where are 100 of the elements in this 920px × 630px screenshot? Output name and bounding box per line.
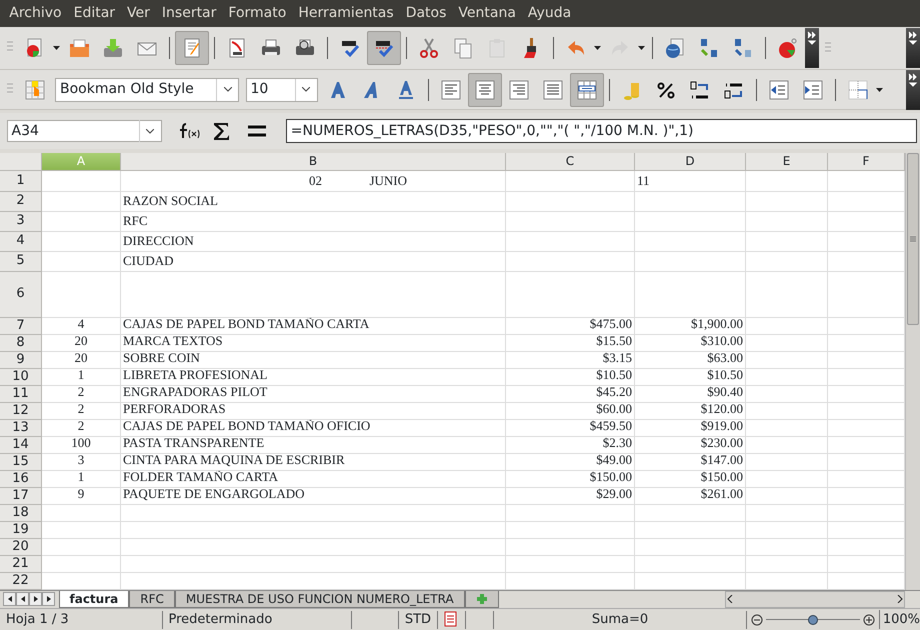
row-header[interactable]: 16 (0, 470, 42, 488)
row-header[interactable]: 9 (0, 352, 42, 368)
align-right-icon (506, 78, 531, 102)
formula-field[interactable]: =NUMEROS_LETRAS(D35,"PESO",0,"","( ","/100 M.N. )",1) (286, 119, 917, 144)
menu-item[interactable]: Archivo (3, 0, 68, 27)
equals-icon (248, 124, 266, 137)
table-cell: $147.00 (635, 454, 746, 470)
table-cell: $150.00 (506, 470, 635, 488)
table-cell: $1,900.00 (635, 318, 746, 334)
align-center-icon (472, 78, 497, 102)
name-box[interactable]: A34 (6, 120, 162, 142)
sheet-tab[interactable]: factura (58, 590, 130, 608)
column-header[interactable]: D (635, 152, 746, 170)
table-cell: 1 (42, 368, 121, 386)
grip-icon[interactable] (6, 82, 12, 95)
menu-item[interactable]: Ayuda (522, 0, 578, 27)
table-cell: $120.00 (635, 402, 746, 420)
table-cell: $10.50 (635, 368, 746, 386)
table-cell: DIRECCION (121, 232, 506, 252)
next-sheet-button[interactable] (29, 592, 42, 606)
chevron-down-icon (146, 128, 154, 134)
menu-item[interactable]: Datos (400, 0, 452, 27)
column-header[interactable]: F (828, 152, 905, 170)
table-cell: 20 (42, 334, 121, 352)
sum-button[interactable] (212, 122, 229, 141)
table-cell: CINTA PARA MAQUINA DE ESCRIBIR (121, 454, 506, 470)
toolbar-overflow-button[interactable] (906, 70, 920, 110)
edit-document-button[interactable] (174, 31, 209, 65)
menu-item[interactable]: Formato (222, 0, 292, 27)
cell-text: 02 (309, 172, 322, 190)
decrease-indent-icon (766, 78, 791, 102)
column-header[interactable]: B (121, 152, 506, 170)
grip-icon[interactable] (6, 41, 12, 54)
table-cell: 3 (42, 454, 121, 470)
row-header[interactable]: 21 (0, 556, 42, 572)
table-cell: $230.00 (635, 436, 746, 454)
row-header[interactable]: 5 (0, 252, 42, 272)
table-cell: 100 (42, 436, 121, 454)
row-header[interactable]: 6 (0, 272, 42, 318)
merge-cells-button[interactable] (570, 72, 604, 106)
row-header[interactable]: 22 (0, 572, 42, 590)
slider-thumb[interactable] (808, 614, 818, 624)
grip-icon[interactable] (825, 42, 832, 54)
zoom-level: 100% (878, 610, 920, 630)
font-size-field[interactable]: 10 (246, 78, 318, 102)
function-wizard-button[interactable] (178, 122, 200, 141)
autospellcheck-button[interactable] (366, 31, 401, 65)
row-header[interactable]: 12 (0, 402, 42, 420)
borders-icon (846, 78, 870, 102)
table-cell: 1 (42, 470, 121, 488)
table-cell: 2 (42, 420, 121, 436)
menu-item[interactable]: Ventana (452, 0, 522, 27)
table-cell: $15.50 (506, 334, 635, 352)
column-header[interactable]: C (506, 152, 635, 170)
sheet-indicator: Hoja 1 / 3 (0, 610, 162, 628)
sheet-tab[interactable]: RFC (129, 590, 175, 608)
row-header[interactable]: 4 (0, 232, 42, 252)
row-header[interactable]: 8 (0, 334, 42, 352)
row-header[interactable]: 11 (0, 386, 42, 402)
row-header[interactable]: 10 (0, 368, 42, 386)
row-header[interactable]: 3 (0, 212, 42, 232)
row-header[interactable]: 20 (0, 538, 42, 556)
last-sheet-button[interactable] (42, 592, 56, 606)
toolbar-overflow-button[interactable] (804, 28, 819, 68)
row-header[interactable]: 2 (0, 192, 42, 212)
toolbar-overflow-button[interactable] (906, 28, 920, 68)
scrollbar-thumb[interactable] (907, 152, 919, 324)
menu-item[interactable]: Ver (121, 0, 156, 27)
first-sheet-button[interactable] (3, 592, 16, 606)
page-style: Predeterminado (162, 610, 352, 628)
cell-pointer-icon (22, 78, 47, 102)
zoom-slider[interactable] (766, 614, 860, 624)
row-header[interactable]: 15 (0, 454, 42, 470)
row-header[interactable]: 18 (0, 504, 42, 522)
table-cell: ENGRAPADORAS PILOT (121, 386, 506, 402)
table-cell: PERFORADORAS (121, 402, 506, 420)
horizontal-scrollbar[interactable] (725, 590, 905, 608)
table-cell: SOBRE COIN (121, 352, 506, 368)
align-center-button[interactable] (468, 72, 502, 106)
sheet-tab[interactable]: MUESTRA DE USO FUNCION NUMERO_LETRA (174, 590, 465, 608)
row-header[interactable]: 13 (0, 420, 42, 436)
chevron-icon (908, 31, 918, 46)
table-cell: 9 (42, 488, 121, 504)
font-name-field[interactable]: Bookman Old Style (55, 78, 239, 102)
menu-item[interactable]: Herramientas (292, 0, 400, 27)
table-cell: $3.15 (506, 352, 635, 368)
row-header[interactable]: 7 (0, 318, 42, 334)
column-header[interactable]: E (746, 152, 828, 170)
row-header[interactable]: 1 (0, 170, 42, 192)
menu-item[interactable]: Editar (68, 0, 122, 27)
row-header[interactable]: 19 (0, 522, 42, 538)
table-cell: PAQUETE DE ENGARGOLADO (121, 488, 506, 504)
menu-item[interactable]: Insertar (156, 0, 222, 27)
row-header[interactable]: 14 (0, 436, 42, 454)
add-sheet-button[interactable] (464, 590, 499, 608)
previous-sheet-button[interactable] (16, 592, 30, 606)
row-header[interactable]: 17 (0, 488, 42, 504)
justify-icon (540, 78, 565, 102)
sum-indicator: Suma=0 (494, 610, 748, 628)
table-cell: 4 (42, 318, 121, 334)
